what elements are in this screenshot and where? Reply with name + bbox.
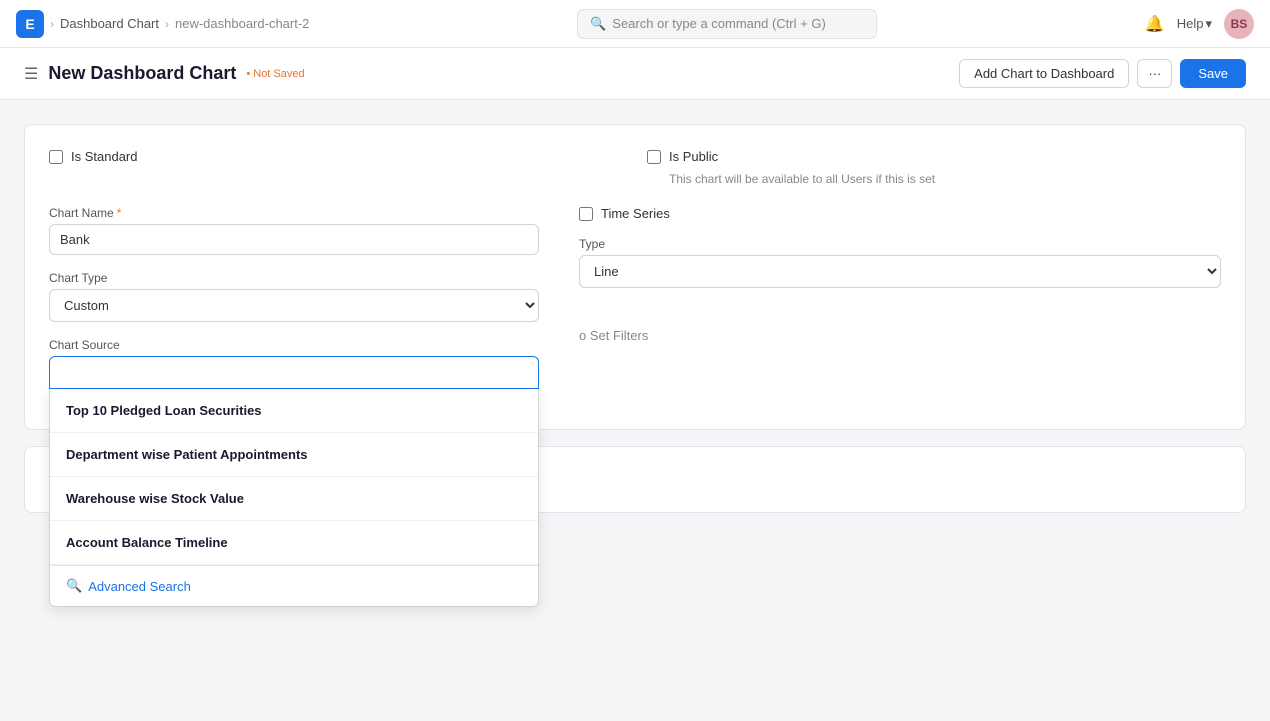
- is-standard-section: Is Standard: [49, 149, 623, 186]
- search-bar-text: Search or type a command (Ctrl + G): [612, 16, 826, 31]
- is-public-row: Is Public: [647, 149, 1221, 164]
- chart-name-label: Chart Name *: [49, 206, 539, 220]
- time-series-label: Time Series: [601, 206, 670, 221]
- is-standard-label: Is Standard: [71, 149, 138, 164]
- page-header: ☰ New Dashboard Chart • Not Saved Add Ch…: [0, 48, 1270, 100]
- search-icon-advanced: 🔍: [66, 578, 82, 594]
- search-icon: 🔍: [590, 16, 606, 32]
- main-content: Is Standard Is Public This chart will be…: [0, 100, 1270, 553]
- topbar-left: E › Dashboard Chart › new-dashboard-char…: [16, 10, 309, 38]
- set-filters-area: o Set Filters: [579, 328, 1221, 343]
- form-two-col: Chart Name * Chart Type Custom Line Bar …: [49, 206, 1221, 405]
- is-public-checkbox[interactable]: [647, 150, 661, 164]
- time-series-group: Time Series: [579, 206, 1221, 221]
- main-card: Is Standard Is Public This chart will be…: [24, 124, 1246, 430]
- topbar-center: 🔍 Search or type a command (Ctrl + G): [577, 9, 877, 39]
- more-options-button[interactable]: ···: [1137, 59, 1172, 88]
- page-title: New Dashboard Chart: [48, 63, 236, 84]
- type-select[interactable]: Line Bar Pie Donut: [579, 255, 1221, 288]
- dropdown-item-2[interactable]: Department wise Patient Appointments: [50, 433, 538, 477]
- is-standard-checkbox[interactable]: [49, 150, 63, 164]
- form-left-col: Chart Name * Chart Type Custom Line Bar …: [49, 206, 539, 405]
- app-icon[interactable]: E: [16, 10, 44, 38]
- time-series-row: Time Series: [579, 206, 1221, 221]
- dot-icon: •: [246, 68, 250, 80]
- page-header-right: Add Chart to Dashboard ··· Save: [959, 59, 1246, 88]
- notification-button[interactable]: 🔔: [1145, 14, 1165, 34]
- is-public-desc: This chart will be available to all User…: [669, 172, 1221, 186]
- not-saved-text: Not Saved: [253, 68, 304, 80]
- avatar[interactable]: BS: [1224, 9, 1254, 39]
- is-public-label: Is Public: [669, 149, 718, 164]
- help-button[interactable]: Help ▾: [1177, 16, 1212, 32]
- chart-type-group: Chart Type Custom Line Bar Pie: [49, 271, 539, 322]
- help-chevron-icon: ▾: [1205, 16, 1212, 32]
- is-public-section: Is Public This chart will be available t…: [647, 149, 1221, 186]
- chart-source-group: Chart Source Top 10 Pledged Loan Securit…: [49, 338, 539, 389]
- chart-source-dropdown: Top 10 Pledged Loan Securities Departmen…: [49, 389, 539, 607]
- breadcrumb-current: new-dashboard-chart-2: [175, 16, 309, 31]
- required-star: *: [117, 206, 122, 220]
- chart-type-select[interactable]: Custom Line Bar Pie: [49, 289, 539, 322]
- topbar: E › Dashboard Chart › new-dashboard-char…: [0, 0, 1270, 48]
- chart-source-label: Chart Source: [49, 338, 539, 352]
- type-label: Type: [579, 237, 1221, 251]
- advanced-search-link[interactable]: 🔍 Advanced Search: [50, 565, 538, 606]
- chart-name-group: Chart Name *: [49, 206, 539, 255]
- dropdown-item-1[interactable]: Top 10 Pledged Loan Securities: [50, 389, 538, 433]
- breadcrumb-sep-2: ›: [165, 17, 169, 31]
- type-group: Type Line Bar Pie Donut: [579, 237, 1221, 288]
- page-header-left: ☰ New Dashboard Chart • Not Saved: [24, 63, 305, 84]
- chart-type-label: Chart Type: [49, 271, 539, 285]
- chart-source-input[interactable]: [49, 356, 539, 389]
- help-label: Help: [1177, 16, 1204, 31]
- chart-source-dropdown-container: Top 10 Pledged Loan Securities Departmen…: [49, 356, 539, 389]
- form-right-col: Time Series Type Line Bar Pie Donut o Se…: [579, 206, 1221, 405]
- search-bar[interactable]: 🔍 Search or type a command (Ctrl + G): [577, 9, 877, 39]
- is-standard-row: Is Standard: [49, 149, 623, 164]
- topbar-right: 🔔 Help ▾ BS: [1145, 9, 1254, 39]
- chart-name-input[interactable]: [49, 224, 539, 255]
- add-chart-button[interactable]: Add Chart to Dashboard: [959, 59, 1129, 88]
- breadcrumb-parent[interactable]: Dashboard Chart: [60, 16, 159, 31]
- time-series-checkbox[interactable]: [579, 207, 593, 221]
- dropdown-item-4[interactable]: Account Balance Timeline: [50, 521, 538, 565]
- advanced-search-label: Advanced Search: [88, 579, 191, 594]
- not-saved-badge: • Not Saved: [246, 68, 304, 80]
- save-button[interactable]: Save: [1180, 59, 1246, 88]
- form-top-grid: Is Standard Is Public This chart will be…: [49, 149, 1221, 186]
- dropdown-item-3[interactable]: Warehouse wise Stock Value: [50, 477, 538, 521]
- menu-icon[interactable]: ☰: [24, 64, 38, 84]
- breadcrumb-sep-1: ›: [50, 17, 54, 31]
- set-filters-text: o Set Filters: [579, 328, 648, 343]
